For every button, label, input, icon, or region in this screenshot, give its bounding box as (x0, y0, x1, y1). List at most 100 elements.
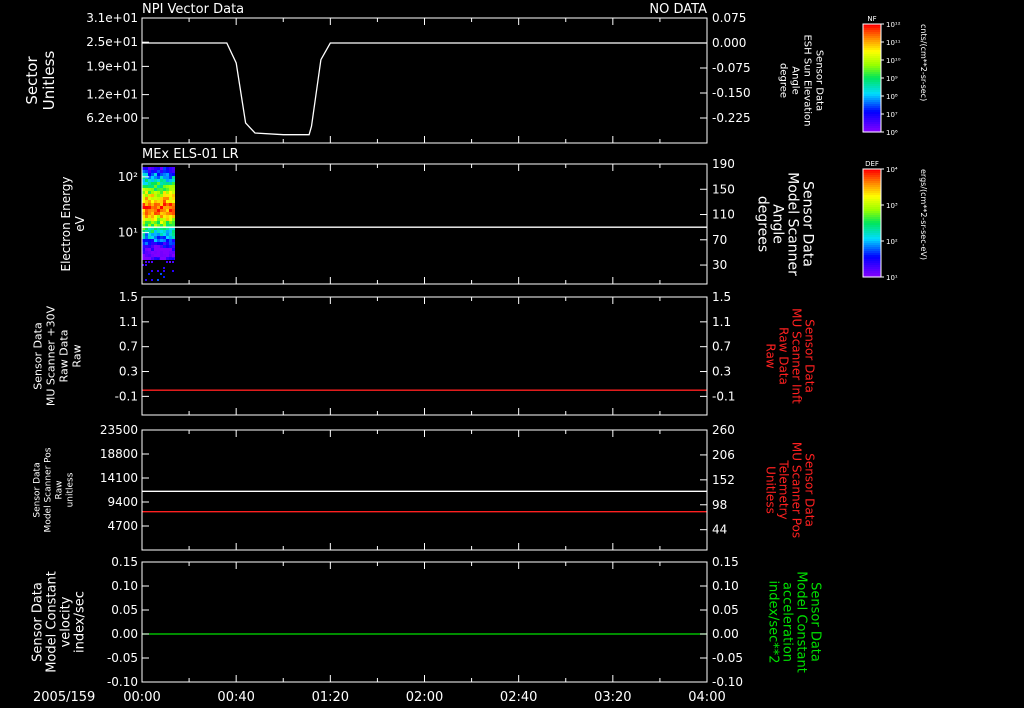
spectrogram-layer (142, 167, 175, 281)
spectrogram-cell (163, 200, 166, 203)
spectrogram-cell (166, 170, 169, 173)
spectrogram-cell (172, 203, 175, 206)
y-tick-label-left: 0.00 (111, 627, 138, 641)
spectrogram-cell (145, 197, 148, 200)
y-axis-label-line: index/sec (73, 591, 88, 653)
spectrogram-cell (148, 194, 151, 197)
spectrogram-cell (160, 179, 163, 182)
spectrogram-cell (166, 179, 169, 182)
spectrogram-cell (172, 173, 175, 176)
spectrogram-cell (160, 191, 163, 194)
spectrogram-cell (151, 254, 154, 257)
spectrogram-cell (172, 191, 175, 194)
spectrogram-cell (163, 251, 166, 254)
spectrogram-cell (148, 218, 151, 221)
spectrogram-cell (169, 182, 172, 185)
y-axis-label-left: Electron Energy eV (59, 176, 87, 271)
y-tick-label-left: 10² (118, 170, 138, 184)
spectrogram-cell (169, 248, 172, 251)
spectrogram-cell (145, 182, 148, 185)
spectrogram-cell (151, 230, 154, 233)
spectrogram-cell (157, 242, 160, 245)
spectrogram-cell (166, 212, 169, 215)
spectrogram-cell (169, 245, 172, 248)
spectrogram-cell (169, 173, 172, 176)
spectrogram-cell (151, 188, 154, 191)
spectrogram-cell (166, 188, 169, 191)
x-tick-label: 01:20 (312, 690, 349, 705)
spectrogram-cell (169, 179, 172, 182)
spectrogram-cell (160, 254, 163, 257)
spectrogram-cell (157, 248, 160, 251)
spectrogram-cell (163, 233, 166, 236)
y-axis-label-line: Sensor Data (33, 462, 43, 517)
spectrogram-cell (157, 258, 159, 260)
spectrogram-cell (157, 245, 160, 248)
spectrogram-cell (148, 200, 151, 203)
spectrogram-cell (160, 212, 163, 215)
spectrogram-cell (148, 185, 151, 188)
spectrogram-cell (151, 261, 153, 263)
spectrogram-cell (169, 251, 172, 254)
spectrogram-cell (148, 203, 151, 206)
spectrogram-cell (157, 239, 160, 242)
spectrogram-cell (145, 194, 148, 197)
spectrogram-cell (151, 279, 153, 281)
y-axis-label-line: MU Scanner Inft (789, 308, 803, 404)
y-tick-label-left: 3.1e+01 (86, 11, 138, 25)
y-axis-label-line: ESH Sun Elevation (802, 34, 813, 126)
spectrogram-cell (163, 218, 166, 221)
spectrogram-cell (154, 179, 157, 182)
x-tick-label: 00:40 (217, 690, 254, 705)
spectrogram-cell (160, 203, 163, 206)
spectrogram-cell (163, 248, 166, 251)
spectrogram-cell (151, 218, 154, 221)
y-tick-label-left: 1.9e+01 (86, 59, 138, 73)
spectrogram-cell (157, 170, 160, 173)
spectrogram-cell (145, 206, 148, 209)
y-axis-label-line: Unitless (40, 51, 58, 111)
spectrogram-cell (151, 248, 154, 251)
spectrogram-cell (145, 209, 148, 212)
y-tick-label-right: 0.000 (712, 36, 746, 50)
y-tick-label-right: -0.225 (712, 111, 751, 125)
spectrogram-cell (166, 236, 169, 239)
spectrogram-cell (172, 236, 175, 239)
spectrogram-cell (157, 279, 159, 281)
spectrogram-cell (151, 170, 154, 173)
spectrogram-cell (151, 179, 154, 182)
y-axis-label-right: Sensor DataESH Sun ElevationAngledegree (778, 34, 825, 126)
spectrogram-cell (151, 191, 154, 194)
spectrogram-cell (160, 251, 163, 254)
spectrogram-cell (163, 270, 165, 272)
axes-layer: 3.1e+01 2.5e+01 1.9e+01 1.2e+01 6.2e+00 0.075… (23, 11, 825, 705)
spectrogram-cell (154, 257, 157, 260)
spectrogram-cell (157, 179, 160, 182)
y-axis-label-line: Sensor Data (807, 582, 822, 662)
spectrogram-cell (154, 245, 157, 248)
spectrogram-cell (145, 170, 148, 173)
y-tick-label-left: 0.7 (119, 340, 138, 354)
spectrogram-cell (157, 191, 160, 194)
spectrogram-cell (166, 185, 169, 188)
spectrogram-cell (148, 257, 151, 260)
spectrogram-cell (160, 206, 163, 209)
spectrogram-cell (148, 273, 150, 275)
y-tick-label-right: -0.150 (712, 86, 751, 100)
spectrogram-cell (157, 233, 160, 236)
spectrogram-cell (151, 185, 154, 188)
spectrogram-cell (169, 257, 172, 260)
spectrogram-cell (154, 197, 157, 200)
date-label: 2005/159 (33, 690, 95, 705)
y-axis-label-line: Sector (23, 56, 41, 105)
spectrogram-cell (145, 242, 148, 245)
y-axis-label-line: Model Scanner (785, 172, 801, 276)
spectrogram-cell (160, 200, 163, 203)
series-line (142, 42, 707, 136)
spectrogram-cell (163, 239, 166, 242)
colorbar-tick-label: 10⁷ (886, 111, 898, 119)
y-tick-label-left: 18800 (100, 447, 138, 461)
spectrogram-cell (166, 254, 169, 257)
spectrogram-cell (172, 251, 175, 254)
spectrogram-cell (148, 173, 151, 176)
